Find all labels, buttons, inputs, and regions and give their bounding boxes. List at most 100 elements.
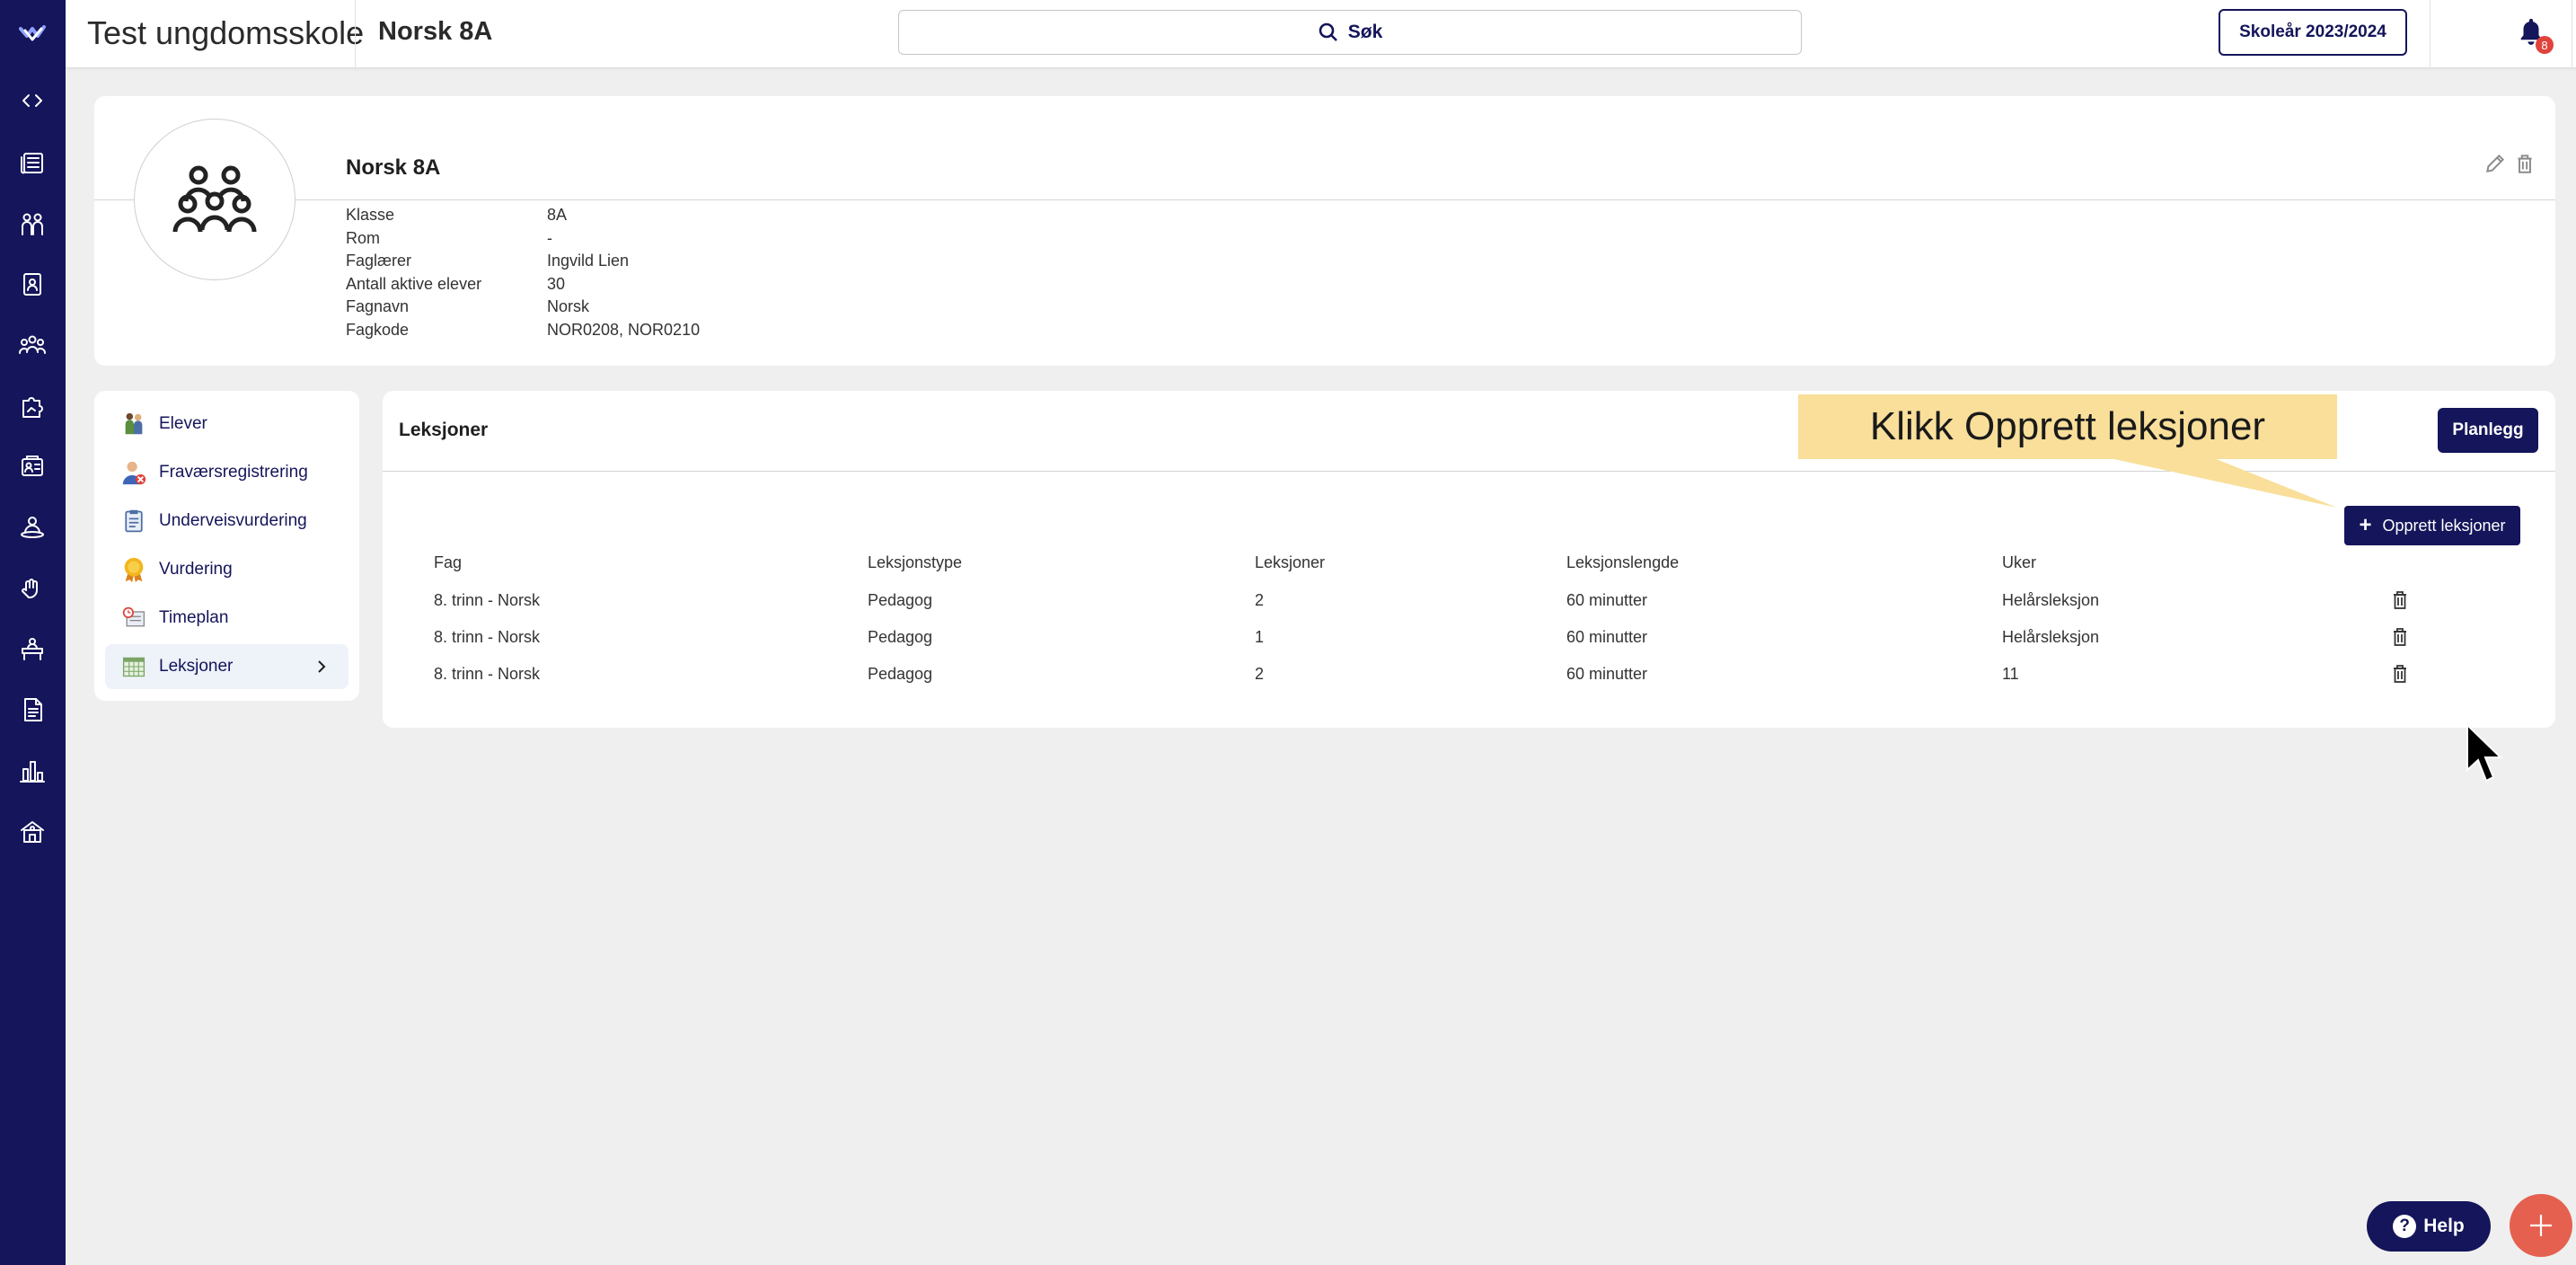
news-icon[interactable] [16,146,49,179]
page-title: Norsk 8A [378,17,493,46]
calendar-grid-icon [119,652,148,681]
notification-badge: 8 [2536,36,2554,54]
info-value: Norsk [547,297,590,315]
delete-row-button[interactable] [2391,590,2411,612]
teacher-icon[interactable] [16,511,49,544]
assessment-icon [119,507,148,535]
groups-icon[interactable] [16,208,49,240]
search-icon [1319,22,1337,41]
school-name: Test ungdomsskole [87,14,365,51]
group-icon [172,165,257,233]
cell-fag: 8. trinn - Norsk [434,591,541,609]
menu-item-elever[interactable]: Elever [105,402,348,447]
cell-leksjonstype: Pedagog [868,628,933,646]
desk-icon[interactable] [16,632,49,665]
delete-button[interactable] [2513,152,2538,177]
menu-item-label: Vurdering [159,560,233,579]
column-header: Leksjonstype [868,553,963,571]
info-value: 30 [547,275,566,293]
chevron-right-icon [318,660,326,673]
cell-leksjonslengde: 60 minutter [1566,628,1648,646]
add-fab-button[interactable] [2510,1194,2572,1257]
column-header: Leksjoner [1255,553,1326,571]
contacts-icon[interactable] [16,268,49,300]
cell-leksjoner: 2 [1255,665,1265,683]
plus-icon: + [2359,513,2372,537]
search-placeholder: Søk [1347,22,1383,42]
create-lessons-button[interactable]: + Opprett leksjoner [2344,506,2520,545]
mouse-cursor-icon [2466,723,2503,783]
tutorial-callout: Klikk Opprett leksjoner [1798,394,2337,459]
cell-fag: 8. trinn - Norsk [434,628,541,646]
menu-item-leksjoner[interactable]: Leksjoner [105,644,348,689]
cell-leksjonslengde: 60 minutter [1566,665,1648,683]
course-name: Norsk 8A [346,155,441,180]
menu-item-label: Elever [159,414,207,433]
id-card-icon[interactable] [16,450,49,482]
info-value: NOR0208, NOR0210 [547,321,701,339]
help-label: Help [2423,1216,2465,1236]
document-icon[interactable] [16,694,49,726]
info-value: - [547,229,552,247]
info-label: Fagnavn [346,297,410,315]
cell-leksjonstype: Pedagog [868,591,933,609]
info-label: Rom [346,229,381,247]
column-header: Leksjonslengde [1566,553,1680,571]
stats-icon[interactable] [16,755,49,787]
info-label: Klasse [346,206,395,224]
puzzle-icon[interactable] [16,390,49,422]
menu-item-label: Timeplan [159,608,229,627]
school-icon[interactable] [16,816,49,848]
course-info-card: Norsk 8A Klasse 8A Rom - Faglærer Ingvil… [94,96,2555,366]
info-value: 8A [547,206,568,224]
collapse-icon[interactable] [16,84,49,117]
logo-icon[interactable] [16,16,49,49]
menu-item-timeplan[interactable]: Timeplan [105,596,348,641]
cell-leksjonslengde: 60 minutter [1566,591,1648,609]
search-input[interactable]: Søk [898,10,1802,55]
schedule-icon [119,604,148,632]
cell-leksjonstype: Pedagog [868,665,933,683]
school-year-button[interactable]: Skoleår 2023/2024 [2219,9,2407,56]
students-icon [119,410,148,438]
group-avatar [134,119,296,280]
cell-fag: 8. trinn - Norsk [434,665,541,683]
edit-button[interactable] [2483,152,2509,177]
menu-item-fravaersregistrering[interactable]: Fraværsregistrering [105,450,348,495]
menu-item-underveisvurdering[interactable]: Underveisvurdering [105,499,348,544]
help-button[interactable]: ? Help [2367,1201,2491,1252]
column-header: Uker [2002,553,2037,571]
delete-row-button[interactable] [2391,664,2411,686]
plus-icon [2530,1215,2552,1236]
info-label: Faglærer [346,252,412,270]
info-label: Fagkode [346,321,410,339]
notifications-button[interactable]: 8 [2516,16,2554,54]
hand-icon[interactable] [16,572,49,605]
create-lessons-label: Opprett leksjoner [2382,516,2506,535]
cell-uker: Helårsleksjon [2002,591,2100,609]
sidebar [0,0,66,1265]
trash-icon [2394,665,2406,683]
menu-item-label: Leksjoner [159,657,234,676]
medal-icon [119,555,148,584]
menu-item-label: Fraværsregistrering [159,463,308,482]
header-divider [355,0,356,68]
question-icon: ? [2393,1215,2417,1238]
plan-button[interactable]: Planlegg [2438,408,2538,453]
callout-text: Klikk Opprett leksjoner [1869,404,2266,448]
cell-leksjoner: 1 [1255,628,1265,646]
pencil-icon [2486,154,2505,172]
students-icon[interactable] [16,329,49,361]
cell-uker: Helårsleksjon [2002,628,2100,646]
top-header: Test ungdomsskole Norsk 8A Søk Skoleår 2… [66,0,2576,68]
absence-icon [119,458,148,487]
panel-divider [383,471,2555,472]
trash-icon [2394,591,2406,609]
cell-leksjoner: 2 [1255,591,1265,609]
menu-item-label: Underveisvurdering [159,511,307,530]
delete-row-button[interactable] [2391,627,2411,649]
trash-icon [2394,628,2406,646]
trash-icon [2518,155,2532,173]
panel-title: Leksjoner [399,420,489,440]
menu-item-vurdering[interactable]: Vurdering [105,547,348,592]
